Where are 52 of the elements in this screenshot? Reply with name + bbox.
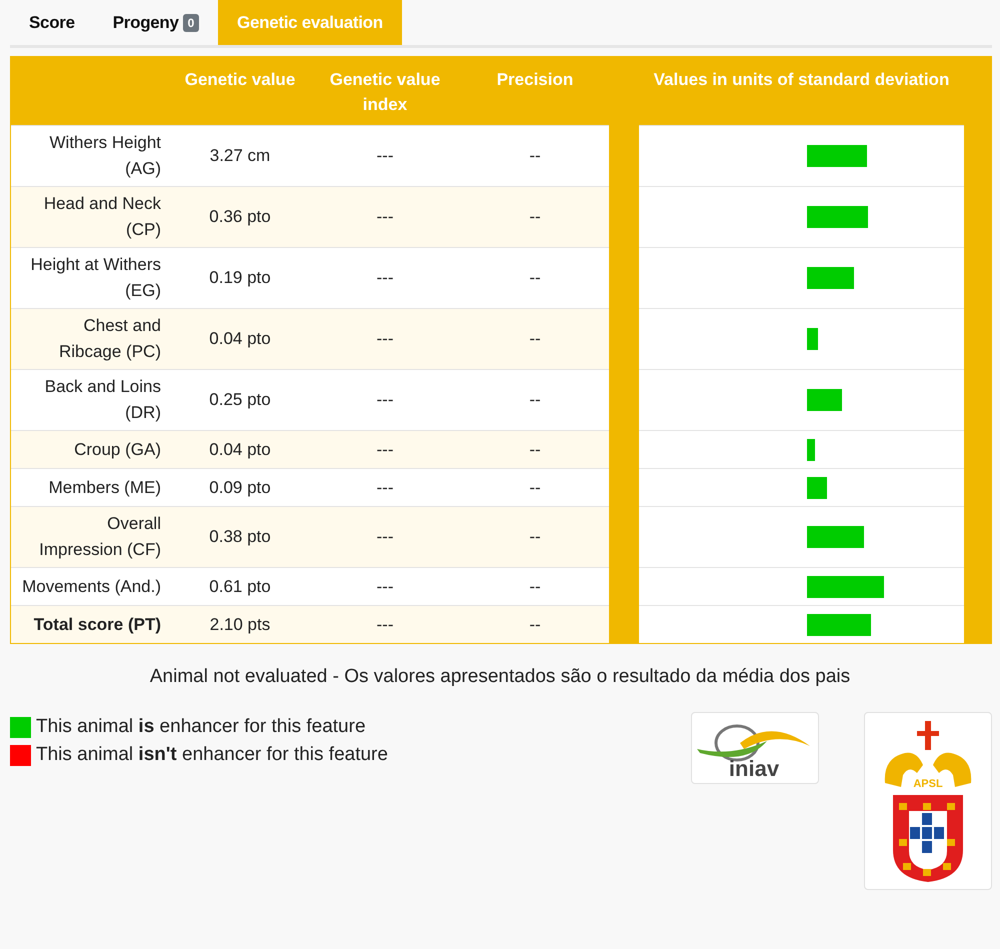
trait-name: Back and Loins (DR) (11, 369, 171, 430)
genetic-value: 0.09 pto (171, 468, 309, 506)
index-value: --- (309, 430, 461, 468)
index-value: --- (309, 468, 461, 506)
precision-value: -- (461, 247, 609, 308)
trait-name: Overall Impression (CF) (11, 506, 171, 567)
column-header: Genetic value (184, 69, 296, 91)
column-header: Precision (496, 69, 574, 91)
genetic-value: 0.04 pto (171, 430, 309, 468)
legend-text: This animal isn't enhancer for this feature (36, 744, 388, 766)
genetic-value: 0.61 pto (171, 567, 309, 605)
precision-value: -- (461, 369, 609, 430)
trait-name: Head and Neck (CP) (11, 186, 171, 247)
index-value: --- (309, 125, 461, 186)
tab[interactable]: Score (10, 0, 94, 45)
index-value: --- (309, 506, 461, 567)
genetic-value: 0.38 pto (171, 506, 309, 567)
precision-value: -- (461, 308, 609, 369)
genetic-value: 0.36 pto (171, 186, 309, 247)
genetic-value: 0.19 pto (171, 247, 309, 308)
trait-name: Croup (GA) (11, 430, 171, 468)
trait-name: Members (ME) (11, 468, 171, 506)
trait-name: Movements (And.) (11, 567, 171, 605)
index-value: --- (309, 186, 461, 247)
genetic-value: 0.25 pto (171, 369, 309, 430)
precision-value: -- (461, 567, 609, 605)
precision-value: -- (461, 430, 609, 468)
genetic-value: 0.04 pto (171, 308, 309, 369)
precision-value: -- (461, 186, 609, 247)
count-badge: 0 (182, 14, 200, 32)
index-value: --- (309, 247, 461, 308)
trait-name: Withers Height (AG) (11, 125, 171, 186)
precision-value: -- (461, 605, 609, 643)
precision-value: -- (461, 506, 609, 567)
trait-name: Total score (PT) (11, 605, 171, 643)
tab[interactable]: Progeny 0 (94, 0, 218, 45)
trait-name: Chest and Ribcage (PC) (11, 308, 171, 369)
index-value: --- (309, 567, 461, 605)
legend-text: This animal is enhancer for this feature (36, 716, 366, 738)
trait-name: Height at Withers (EG) (11, 247, 171, 308)
column-header: Genetic value index (328, 69, 442, 116)
evaluation-note: Animal not evaluated - Os valores apresentados são o resultado da média dos pais (150, 666, 850, 687)
column-header: Values in units of standard deviation (652, 69, 950, 91)
index-value: --- (309, 369, 461, 430)
logo: iniav (691, 712, 819, 784)
index-value: --- (309, 308, 461, 369)
genetic-value: 2.10 pts (171, 605, 309, 643)
precision-value: -- (461, 125, 609, 186)
index-value: --- (309, 605, 461, 643)
genetic-value: 3.27 cm (171, 125, 309, 186)
logo: APSL (864, 712, 992, 890)
precision-value: -- (461, 468, 609, 506)
